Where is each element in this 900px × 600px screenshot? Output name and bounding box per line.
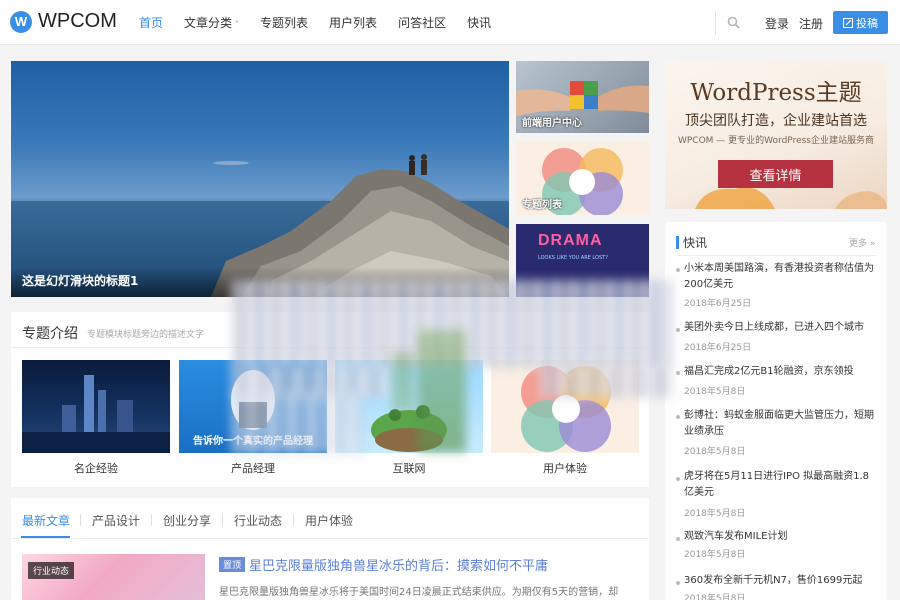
kuaixun-item-date: 2018年5月8日 [684, 447, 746, 457]
topics-subtitle: 专题模块标题旁边的描述文字 [87, 330, 205, 340]
tab-latest[interactable]: 最新文章 [22, 512, 70, 529]
kuaixun-more-link[interactable]: 更多 » [849, 236, 875, 249]
chevron-down-icon: ˅ [235, 20, 240, 29]
kuaixun-item-title[interactable]: 福昌汇完成2亿元B1轮融资，京东领投 [684, 364, 879, 380]
article-category-tag[interactable]: 行业动态 [28, 562, 75, 579]
list-dot [676, 371, 680, 375]
search-button[interactable] [715, 11, 749, 35]
logo-text: WPCOM [38, 10, 117, 32]
kuaixun-item-date: 2018年6月25日 [684, 299, 752, 309]
tabs-divider [11, 538, 649, 539]
tab-product-design[interactable]: 产品设计 [92, 512, 140, 529]
article-thumbnail[interactable]: 行业动态 [22, 554, 205, 600]
thumb-topic-list[interactable]: 专题列表 [516, 142, 649, 215]
topic-label[interactable]: 名企经验 [22, 460, 170, 476]
kuaixun-item-date: 2018年5月8日 [684, 594, 746, 600]
nav-item-home[interactable]: 首页 [139, 14, 163, 31]
slider-image [211, 154, 509, 297]
topic-label[interactable]: 互联网 [335, 460, 483, 476]
kuaixun-item-date: 2018年5月8日 [684, 550, 746, 560]
motion-blur-overlay [540, 366, 672, 398]
topic-mingqi[interactable] [22, 360, 170, 453]
kuaixun-item-title[interactable]: 虎牙将在5月11日进行IPO 拟最高融资1.8亿美元 [684, 469, 879, 501]
article-title[interactable]: 星巴克限量版独角兽星冰乐的背后：摸索如何不平庸 [249, 555, 548, 574]
kuaixun-title-bar [676, 236, 679, 249]
kuaixun-title: 快讯 [683, 236, 708, 250]
tab-startup[interactable]: 创业分享 [163, 512, 211, 529]
site-header: W WPCOM 首页 文章分类 ˅ 专题列表 用户列表 问答社区 快讯 登录 注册… [0, 0, 900, 45]
banner-heading: WordPress主题 [690, 80, 862, 106]
post-button-label: 投稿 [856, 16, 878, 30]
hero-slider[interactable]: 这是幻灯滑块的标题1 [11, 61, 509, 297]
kuaixun-item-title[interactable]: 360发布全新千元机N7，售价1699元起 [684, 573, 879, 589]
kuaixun-item-title[interactable]: 美团外卖今日上线成都，已进入四个城市 [684, 320, 879, 336]
tab-industry[interactable]: 行业动态 [234, 512, 282, 529]
banner-subheading: 顶尖团队打造，企业建站首选 [685, 113, 867, 129]
banner-cta-button[interactable]: 查看详情 [718, 160, 833, 188]
thumb-label: 专题列表 [522, 200, 562, 211]
kuaixun-item-title[interactable]: 小米本周美国路演，有香港投资者称估值为200亿美元 [684, 261, 879, 293]
kuaixun-item-date: 2018年6月25日 [684, 343, 752, 353]
logo-icon: W [10, 10, 32, 33]
banner-tagline: WPCOM — 更专业的WordPress企业建站服务商 [677, 136, 874, 146]
site-logo[interactable]: W WPCOM [10, 10, 117, 33]
drama-title: DRAMA [538, 232, 603, 249]
list-dot [676, 328, 680, 332]
article-excerpt: 星巴克限量版独角兽星冰乐将于美国时间24日凌晨正式结束供应。为期仅有5天的营销，… [219, 587, 619, 598]
list-dot [676, 581, 680, 585]
kuaixun-item-date: 2018年5月8日 [684, 509, 746, 519]
nav-item-topics[interactable]: 专题列表 [260, 14, 308, 31]
drama-subtitle: LOOKS LIKE YOU ARE LOST? [538, 255, 608, 261]
motion-blur-overlay [392, 352, 414, 412]
tab-divider [151, 514, 152, 526]
list-dot [676, 537, 680, 541]
tab-divider [222, 514, 223, 526]
topic-label[interactable]: 产品经理 [179, 460, 327, 476]
kuaixun-item-title[interactable]: 观致汽车发布MILE计划 [684, 529, 879, 545]
list-dot [676, 477, 680, 481]
slider-title[interactable]: 这是幻灯滑块的标题1 [22, 272, 138, 289]
kuaixun-item-title[interactable]: 彭博社：蚂蚁金服面临更大监管压力，短期业绩承压 [684, 408, 879, 440]
tab-divider [293, 514, 294, 526]
login-link[interactable]: 登录 [765, 15, 789, 32]
post-button[interactable]: 投稿 [833, 11, 888, 34]
register-link[interactable]: 注册 [799, 15, 823, 32]
nav-item-users[interactable]: 用户列表 [329, 14, 377, 31]
nav-item-kuaixun[interactable]: 快讯 [467, 14, 491, 31]
motion-blur-overlay [232, 392, 364, 454]
thumb-label: 前端用户中心 [522, 118, 582, 129]
topic-image [22, 375, 170, 453]
tab-ux[interactable]: 用户体验 [305, 512, 353, 529]
main-nav: 首页 文章分类 ˅ 专题列表 用户列表 问答社区 快讯 [139, 0, 512, 45]
search-icon [727, 16, 740, 29]
nav-item-categories[interactable]: 文章分类 ˅ [184, 14, 239, 31]
kuaixun-divider [676, 255, 876, 256]
edit-icon [843, 17, 853, 28]
list-dot [676, 415, 680, 419]
topics-title: 专题介绍 [22, 326, 78, 342]
list-dot [676, 268, 680, 272]
promo-banner[interactable]: WordPress主题 顶尖团队打造，企业建站首选 WPCOM — 更专业的Wo… [665, 61, 887, 209]
nav-item-categories-label: 文章分类 [184, 16, 233, 30]
sticky-badge: 置顶 [219, 557, 246, 572]
topic-label[interactable]: 用户体验 [491, 460, 639, 476]
nav-item-qa[interactable]: 问答社区 [398, 14, 446, 31]
kuaixun-item-date: 2018年5月8日 [684, 387, 746, 397]
motion-blur-overlay [418, 330, 466, 452]
thumb-user-center[interactable]: 前端用户中心 [516, 61, 649, 133]
tab-divider [80, 514, 81, 526]
